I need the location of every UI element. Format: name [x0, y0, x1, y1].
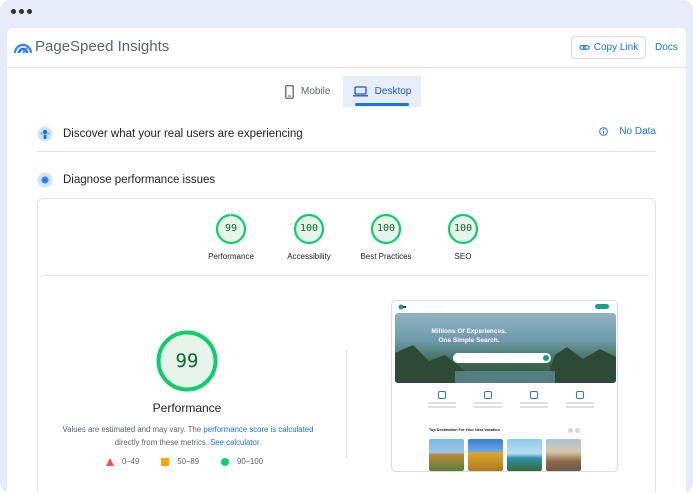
- performance-label: Performance: [208, 252, 254, 261]
- accessibility-label: Accessibility: [287, 252, 331, 261]
- preview-hero-title: Millions Of Experiences. One Simple Sear…: [395, 327, 543, 345]
- preview-signin-button: [595, 304, 609, 309]
- best-practices-score-gauge: 100: [370, 213, 402, 245]
- square-icon: [161, 457, 170, 466]
- preview-feature: [566, 391, 594, 408]
- pagespeed-logo-icon: [14, 43, 32, 54]
- performance-big-gauge: 99: [155, 329, 219, 393]
- legend-fail: 0–49: [106, 457, 139, 466]
- best-practices-label: Best Practices: [360, 252, 412, 261]
- hero-line-2: One Simple Search.: [438, 337, 500, 344]
- browser-frame: PageSpeed Insights Copy Link Docs Mobile: [0, 0, 693, 493]
- phone-icon: [285, 84, 294, 99]
- laptop-icon: [352, 86, 368, 97]
- preview-hero: Millions Of Experiences. One Simple Sear…: [395, 313, 616, 383]
- real-users-title: Discover what your real users are experi…: [63, 127, 303, 140]
- preview-search-button: [543, 355, 549, 361]
- preview-carousel-arrows: [568, 428, 580, 433]
- users-icon: [37, 126, 53, 141]
- diagnose-title: Diagnose performance issues: [63, 174, 216, 186]
- performance-score-gauge: 99: [215, 213, 247, 245]
- window-menu-dots[interactable]: [11, 9, 32, 14]
- vertical-divider: [346, 349, 347, 459]
- legend-pass: 90–100: [221, 457, 263, 466]
- category-performance[interactable]: 99 Performance: [191, 213, 271, 261]
- link-icon: [579, 45, 590, 50]
- no-data-label: No Data: [619, 126, 656, 137]
- top-bar: PageSpeed Insights Copy Link Docs: [7, 28, 686, 68]
- seo-label: SEO: [454, 252, 472, 261]
- destination-image: [468, 439, 503, 471]
- page-screenshot-preview: · · · · · · · Millions Of Experiences. O…: [391, 300, 618, 472]
- real-users-section[interactable]: Discover what your real users are experi…: [37, 116, 656, 152]
- accessibility-score-gauge: 100: [293, 213, 325, 245]
- info-icon: [599, 127, 609, 136]
- category-seo[interactable]: 100 SEO: [423, 213, 503, 261]
- see-calculator-link[interactable]: See calculator.: [210, 438, 261, 447]
- app-title[interactable]: PageSpeed Insights: [35, 38, 169, 55]
- metrics-note: Values are estimated and may vary. The p…: [48, 423, 328, 449]
- destination-image: [507, 439, 542, 471]
- best-practices-score: 100: [376, 223, 396, 234]
- tab-desktop-label: Desktop: [374, 86, 412, 97]
- docs-link[interactable]: Docs: [655, 42, 678, 53]
- seo-score: 100: [453, 223, 473, 234]
- performance-big-score: 99: [175, 350, 199, 372]
- accessibility-score: 100: [299, 223, 319, 234]
- legend-average-range: 50–89: [177, 457, 200, 466]
- divider: [44, 275, 649, 276]
- diagnose-icon: [37, 172, 53, 188]
- preview-nav-links: · · · · · · ·: [428, 304, 444, 309]
- seo-score-gauge: 100: [447, 213, 479, 245]
- performance-big-label: Performance: [152, 401, 222, 415]
- category-best-practices[interactable]: 100 Best Practices: [346, 213, 426, 261]
- copy-link-label: Copy Link: [593, 42, 639, 53]
- note-text-1: Values are estimated and may vary. The: [62, 425, 204, 434]
- preview-destinations-title: Top Destination For Your Next Vacation: [429, 428, 500, 432]
- note-text-2: directly from these metrics.: [114, 438, 211, 447]
- tab-mobile-label: Mobile: [301, 86, 331, 97]
- category-accessibility[interactable]: 100 Accessibility: [269, 213, 349, 261]
- destination-image: [546, 439, 581, 471]
- page: PageSpeed Insights Copy Link Docs Mobile: [7, 28, 686, 493]
- tab-mobile[interactable]: Mobile: [285, 76, 341, 107]
- preview-logo-icon: [398, 304, 406, 309]
- legend-fail-range: 0–49: [122, 457, 140, 466]
- tab-desktop[interactable]: Desktop: [343, 76, 421, 107]
- triangle-icon: [106, 457, 114, 466]
- preview-feature: [474, 391, 502, 408]
- no-data-status[interactable]: No Data: [599, 126, 656, 137]
- preview-nav: · · · · · · ·: [392, 301, 617, 312]
- circle-icon: [221, 457, 230, 466]
- score-calculated-link[interactable]: performance score is calculated: [203, 425, 313, 434]
- preview-feature: [520, 391, 548, 408]
- preview-search-bar: · · · · · · · · · · · ·: [453, 353, 551, 363]
- preview-features: [428, 391, 594, 408]
- diagnose-section: Diagnose performance issues: [37, 165, 656, 195]
- destination-image: [429, 439, 464, 471]
- score-legend: 0–49 50–89 90–100: [106, 457, 285, 466]
- copy-link-button[interactable]: Copy Link: [571, 36, 646, 59]
- performance-score: 99: [224, 223, 238, 234]
- legend-pass-range: 90–100: [237, 457, 264, 466]
- results-panel: 99 Performance 100 Accessibility 100 Bes…: [37, 198, 656, 493]
- preview-destinations: [429, 439, 581, 471]
- hero-line-1: Millions Of Experiences.: [431, 328, 507, 335]
- preview-feature: [428, 391, 456, 408]
- mountains-image: [395, 345, 616, 383]
- legend-average: 50–89: [161, 457, 199, 466]
